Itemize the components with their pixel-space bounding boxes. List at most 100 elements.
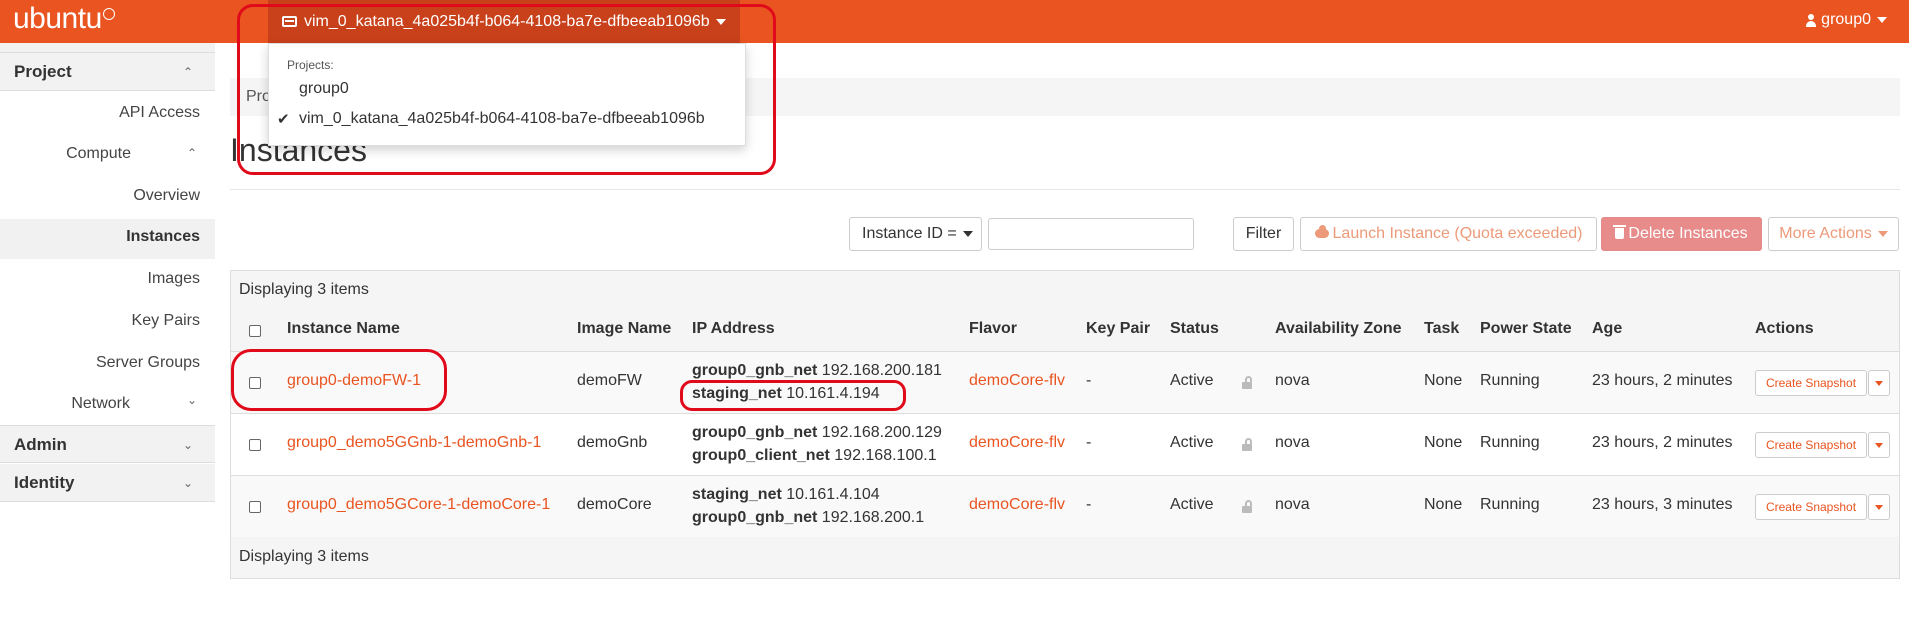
key-pair: - [1086, 372, 1092, 389]
age: 23 hours, 3 minutes [1592, 496, 1733, 513]
sidebar-section-label: Admin [14, 435, 67, 454]
dropdown-item-vim-project[interactable]: vim_0_katana_4a025b4f-b064-4108-ba7e-dfb… [299, 110, 705, 128]
sidebar-top-strip [0, 43, 215, 53]
dropdown-item-group0[interactable]: group0 [299, 80, 349, 98]
image-name: demoGnb [577, 434, 648, 451]
instance-name-link[interactable]: group0-demoFW-1 [287, 372, 421, 390]
ip-value: 192.168.200.129 [821, 424, 942, 441]
sidebar-section-label: Project [14, 62, 72, 81]
chevron-down-icon: ⌄ [182, 476, 193, 490]
table-row: group0_demo5GGnb-1-demoGnb-1 demoGnb gro… [231, 413, 1899, 475]
create-snapshot-button[interactable]: Create Snapshot [1755, 370, 1867, 396]
create-snapshot-button[interactable]: Create Snapshot [1755, 432, 1867, 458]
flavor-link[interactable]: demoCore-flv [969, 434, 1065, 452]
sidebar: Project ⌃ API Access Compute ⌃ Overview … [0, 43, 215, 626]
image-name: demoFW [577, 372, 642, 389]
availability-zone: nova [1275, 372, 1310, 389]
col-ip-address[interactable]: IP Address [692, 320, 775, 338]
sidebar-item-server-groups[interactable]: Server Groups [96, 354, 200, 372]
col-power-state[interactable]: Power State [1480, 320, 1572, 338]
col-status[interactable]: Status [1170, 320, 1219, 338]
delete-instances-button[interactable]: Delete Instances [1601, 217, 1762, 251]
filter-field-select[interactable]: Instance ID = [849, 217, 982, 251]
sidebar-item-key-pairs[interactable]: Key Pairs [132, 312, 200, 330]
caret-down-icon [1875, 381, 1883, 386]
sidebar-item-overview[interactable]: Overview [133, 187, 200, 205]
col-instance-name[interactable]: Instance Name [287, 320, 400, 338]
sidebar-section-admin[interactable]: Admin ⌄ [0, 425, 215, 463]
row-actions-dropdown[interactable] [1868, 432, 1890, 458]
flavor-link[interactable]: demoCore-flv [969, 496, 1065, 514]
col-flavor[interactable]: Flavor [969, 320, 1017, 338]
create-snapshot-button[interactable]: Create Snapshot [1755, 494, 1867, 520]
sidebar-section-project[interactable]: Project ⌃ [0, 53, 215, 91]
age: 23 hours, 2 minutes [1592, 372, 1733, 389]
ip-address-1: group0_gnb_net 192.168.200.181 [692, 362, 942, 380]
col-availability-zone[interactable]: Availability Zone [1275, 320, 1402, 338]
filter-field-label: Instance ID = [862, 225, 957, 242]
filter-input[interactable] [988, 218, 1194, 250]
sidebar-section-label: Identity [14, 473, 75, 492]
sidebar-item-instances[interactable]: Instances [126, 228, 200, 246]
project-dropdown-menu: Projects: group0 ✔ vim_0_katana_4a025b4f… [268, 43, 746, 146]
unlock-icon [1242, 376, 1252, 389]
filter-button[interactable]: Filter [1233, 217, 1294, 251]
unlock-icon [1242, 438, 1252, 451]
top-navbar: ubuntu vim_0_katana_4a025b4f-b064-4108-b… [0, 0, 1909, 43]
sidebar-item-images[interactable]: Images [148, 270, 200, 288]
col-actions: Actions [1755, 320, 1814, 337]
project-selector[interactable]: vim_0_katana_4a025b4f-b064-4108-ba7e-dfb… [268, 0, 740, 43]
ubuntu-logo[interactable]: ubuntu [13, 2, 115, 36]
user-menu[interactable]: group0 [1806, 11, 1887, 29]
key-pair: - [1086, 434, 1092, 451]
sidebar-item-compute[interactable]: Compute [66, 145, 131, 163]
table-row: group0_demo5GCore-1-demoCore-1 demoCore … [231, 475, 1899, 537]
col-key-pair[interactable]: Key Pair [1086, 320, 1150, 338]
sidebar-item-api-access[interactable]: API Access [119, 104, 200, 122]
col-task[interactable]: Task [1424, 320, 1459, 338]
network-name: group0_gnb_net [692, 362, 818, 379]
sidebar-item-network[interactable]: Network [71, 395, 130, 413]
sidebar-section-identity[interactable]: Identity ⌄ [0, 464, 215, 502]
availability-zone: nova [1275, 496, 1310, 513]
delete-instances-label: Delete Instances [1628, 225, 1748, 242]
caret-down-icon [1875, 443, 1883, 448]
server-icon [282, 16, 297, 27]
ip-address-2: staging_net 10.161.4.194 [692, 385, 880, 403]
row-actions-dropdown[interactable] [1868, 370, 1890, 396]
row-checkbox[interactable] [249, 439, 261, 451]
instance-name-link[interactable]: group0_demo5GCore-1-demoCore-1 [287, 496, 550, 514]
chevron-down-icon: ⌄ [187, 393, 198, 407]
ip-address-2: group0_client_net 192.168.100.1 [692, 447, 937, 465]
cloud-upload-icon [1314, 225, 1329, 239]
flavor-link[interactable]: demoCore-flv [969, 372, 1065, 390]
row-actions-dropdown[interactable] [1868, 494, 1890, 520]
chevron-down-icon: ⌄ [182, 438, 193, 452]
chevron-up-icon: ⌃ [182, 65, 193, 79]
more-actions-button[interactable]: More Actions [1768, 217, 1899, 251]
image-name: demoCore [577, 496, 652, 513]
age: 23 hours, 2 minutes [1592, 434, 1733, 451]
instance-name-link[interactable]: group0_demo5GGnb-1-demoGnb-1 [287, 434, 541, 452]
ip-value: 192.168.200.181 [821, 362, 942, 379]
col-image-name[interactable]: Image Name [577, 320, 671, 338]
ip-address-2: group0_gnb_net 192.168.200.1 [692, 509, 924, 527]
ip-address-1: staging_net 10.161.4.104 [692, 486, 880, 504]
project-selector-label: vim_0_katana_4a025b4f-b064-4108-ba7e-dfb… [304, 12, 710, 30]
row-checkbox[interactable] [249, 501, 261, 513]
network-name: group0_client_net [692, 447, 830, 464]
status: Active [1170, 372, 1214, 389]
col-age[interactable]: Age [1592, 320, 1622, 338]
row-checkbox[interactable] [249, 377, 261, 389]
launch-instance-button[interactable]: Launch Instance (Quota exceeded) [1300, 217, 1597, 251]
ip-value: 192.168.100.1 [834, 447, 937, 464]
select-all-checkbox[interactable] [249, 325, 261, 337]
network-name: staging_net [692, 486, 782, 503]
caret-down-icon [715, 18, 726, 25]
user-icon [1806, 13, 1817, 27]
power-state: Running [1480, 496, 1540, 513]
status: Active [1170, 434, 1214, 451]
unlock-icon [1242, 500, 1252, 513]
task: None [1424, 372, 1463, 389]
power-state: Running [1480, 372, 1540, 389]
